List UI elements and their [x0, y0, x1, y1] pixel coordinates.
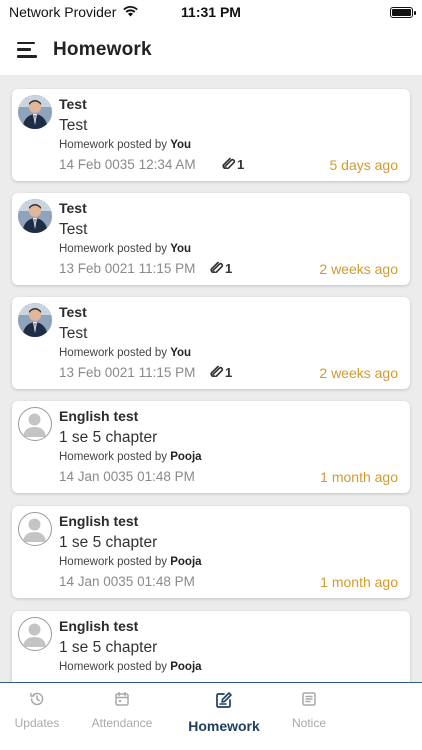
clock: 11:31 PM [181, 4, 241, 20]
homework-title: Test [59, 200, 87, 216]
homework-date: 13 Feb 0021 11:15 PM [59, 365, 196, 380]
attachment-count[interactable]: 1 [210, 365, 232, 380]
posted-by-name: You [170, 347, 192, 359]
app-header: Homework [0, 24, 422, 75]
paperclip-icon [210, 261, 224, 276]
homework-description: Test [59, 221, 88, 238]
homework-card[interactable]: Test Test Homework posted by You 13 Feb … [12, 297, 410, 389]
homework-list[interactable]: Test Test Homework posted by You 14 Feb … [0, 75, 422, 682]
homework-description: 1 se 5 chapter [59, 639, 158, 656]
homework-card[interactable]: English test 1 se 5 chapter Homework pos… [12, 611, 410, 682]
homework-date: 14 Jan 0035 01:48 PM [59, 574, 195, 589]
posted-by-line: Homework posted by You [59, 243, 191, 255]
page-title: Homework [53, 38, 152, 60]
nav-label-notice: Notice [291, 716, 326, 730]
status-bar: Network Provider 11:31 PM [0, 0, 422, 24]
posted-by-prefix: Homework posted by [59, 243, 171, 255]
time-ago: 1 month ago [320, 574, 398, 590]
posted-by-line: Homework posted by You [59, 139, 191, 151]
homework-description: 1 se 5 chapter [59, 429, 158, 446]
homework-title: English test [59, 408, 139, 424]
nav-label-homework: Homework [188, 718, 260, 734]
time-ago: 2 weeks ago [319, 261, 398, 277]
menu-icon[interactable] [17, 41, 37, 58]
avatar-placeholder [18, 407, 52, 441]
history-icon [29, 691, 45, 712]
homework-title: English test [59, 513, 139, 529]
homework-card[interactable]: Test Test Homework posted by You 14 Feb … [12, 89, 410, 181]
homework-date: 14 Feb 0035 12:34 AM [59, 157, 196, 172]
bottom-nav: Updates Attendance Homework Notice [0, 682, 422, 750]
attachment-count-label: 1 [225, 261, 233, 276]
posted-by-prefix: Homework posted by [59, 451, 171, 463]
homework-card[interactable]: English test 1 se 5 chapter Homework pos… [12, 401, 410, 493]
posted-by-name: You [170, 139, 192, 151]
posted-by-line: Homework posted by Pooja [59, 661, 202, 673]
attachment-count[interactable]: 1 [222, 157, 244, 172]
edit-icon [215, 691, 233, 714]
avatar-placeholder [18, 512, 52, 546]
posted-by-line: Homework posted by Pooja [59, 556, 202, 568]
posted-by-line: Homework posted by You [59, 347, 191, 359]
posted-by-line: Homework posted by Pooja [59, 451, 202, 463]
attachment-count-label: 1 [237, 157, 245, 172]
nav-label-updates: Updates [14, 716, 60, 730]
time-ago: 2 weeks ago [319, 365, 398, 381]
nav-item-attendance[interactable]: Attendance [77, 691, 167, 730]
posted-by-prefix: Homework posted by [59, 347, 171, 359]
attachment-count-label: 1 [225, 365, 233, 380]
paperclip-icon [210, 365, 224, 380]
paperclip-icon [222, 157, 236, 172]
homework-description: Test [59, 325, 88, 342]
posted-by-name: You [170, 243, 192, 255]
posted-by-name: Pooja [170, 451, 202, 463]
nav-label-attendance: Attendance [91, 716, 153, 730]
posted-by-prefix: Homework posted by [59, 661, 171, 673]
calendar-icon [114, 691, 130, 712]
time-ago: 1 month ago [320, 469, 398, 485]
homework-description: Test [59, 117, 88, 134]
attachment-count[interactable]: 1 [210, 261, 232, 276]
nav-item-notice[interactable]: Notice [264, 691, 354, 730]
notice-icon [301, 691, 317, 712]
avatar [18, 303, 52, 337]
posted-by-prefix: Homework posted by [59, 556, 171, 568]
posted-by-prefix: Homework posted by [59, 139, 171, 151]
avatar [18, 199, 52, 233]
homework-title: English test [59, 618, 139, 634]
time-ago: 5 days ago [329, 157, 399, 173]
nav-item-updates[interactable]: Updates [0, 691, 82, 730]
battery-icon [390, 6, 416, 18]
homework-title: Test [59, 304, 87, 320]
nav-item-homework[interactable]: Homework [179, 691, 269, 734]
posted-by-name: Pooja [170, 661, 202, 673]
homework-screen: Network Provider 11:31 PM Homework Test … [0, 0, 422, 750]
posted-by-name: Pooja [170, 556, 202, 568]
homework-title: Test [59, 96, 87, 112]
homework-date: 14 Jan 0035 01:48 PM [59, 469, 195, 484]
homework-description: 1 se 5 chapter [59, 534, 158, 551]
homework-card[interactable]: English test 1 se 5 chapter Homework pos… [12, 506, 410, 598]
homework-date: 13 Feb 0021 11:15 PM [59, 261, 196, 276]
homework-card[interactable]: Test Test Homework posted by You 13 Feb … [12, 193, 410, 285]
avatar-placeholder [18, 617, 52, 651]
avatar [18, 95, 52, 129]
